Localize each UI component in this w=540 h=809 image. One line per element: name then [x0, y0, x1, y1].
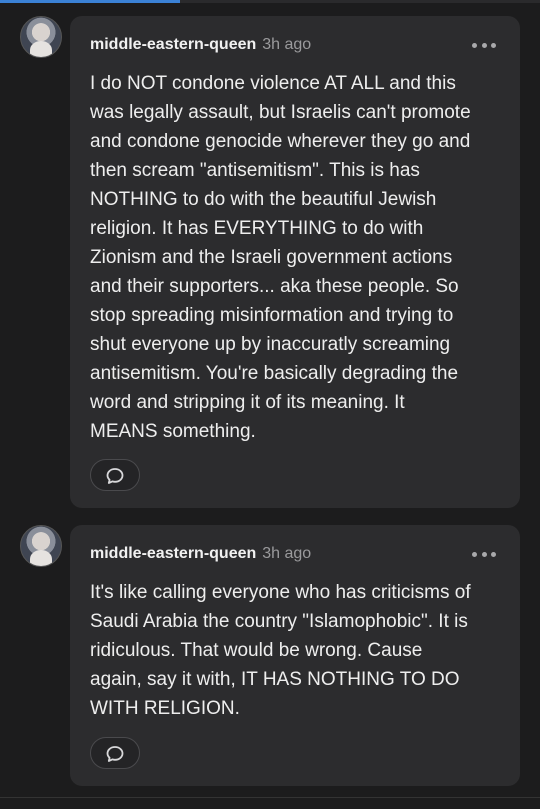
- timestamp: 3h ago: [262, 545, 312, 562]
- reply-button[interactable]: [90, 737, 140, 769]
- divider: [0, 797, 540, 798]
- avatar[interactable]: [20, 16, 62, 58]
- username[interactable]: middle-eastern-queen: [90, 36, 256, 53]
- comment-text: It's like calling everyone who has criti…: [90, 582, 471, 719]
- comment-text: I do NOT condone violence AT ALL and thi…: [90, 73, 471, 442]
- avatar[interactable]: [20, 525, 62, 567]
- speech-bubble-icon: [106, 746, 124, 762]
- comment-bubble: middle-eastern-queen 3h ago It's like cal…: [70, 525, 520, 786]
- reply-button[interactable]: [90, 459, 140, 491]
- comment-meta: middle-eastern-queen 3h ago: [90, 545, 311, 563]
- top-progress-track: [0, 0, 540, 3]
- comment-meta: middle-eastern-queen 3h ago: [90, 36, 311, 54]
- more-options-icon[interactable]: [472, 41, 496, 49]
- timestamp: 3h ago: [262, 36, 312, 53]
- username[interactable]: middle-eastern-queen: [90, 545, 256, 562]
- top-progress-fill: [0, 0, 180, 3]
- comment-bubble: middle-eastern-queen 3h ago I do NOT cond…: [70, 16, 520, 508]
- speech-bubble-icon: [106, 468, 124, 484]
- more-options-icon[interactable]: [472, 550, 496, 558]
